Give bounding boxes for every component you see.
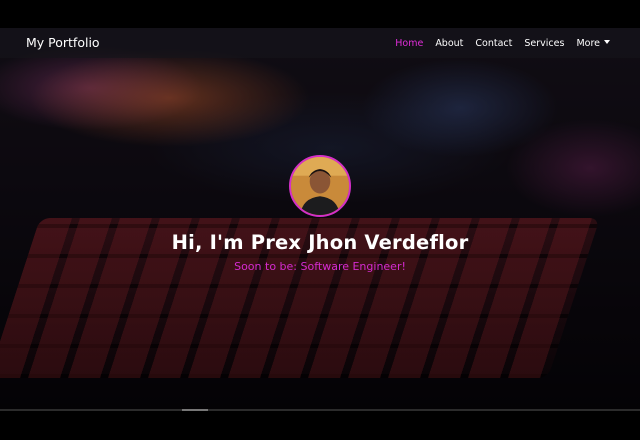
profile-avatar bbox=[289, 155, 351, 217]
top-black-bar bbox=[0, 0, 640, 28]
scrollbar-thumb[interactable] bbox=[182, 409, 208, 411]
bottom-black-bar bbox=[0, 410, 640, 440]
horizontal-scrollbar[interactable] bbox=[0, 409, 640, 411]
brand-link[interactable]: My Portfolio bbox=[26, 35, 100, 50]
nav-menu: Home About Contact Services More bbox=[395, 38, 610, 49]
nav-item-more-label: More bbox=[576, 38, 600, 49]
hero-title: Hi, I'm Prex Jhon Verdeflor bbox=[171, 231, 469, 254]
nav-item-more[interactable]: More bbox=[576, 38, 610, 49]
nav-item-services[interactable]: Services bbox=[524, 38, 564, 49]
nav-item-contact[interactable]: Contact bbox=[475, 38, 512, 49]
profile-photo-icon bbox=[291, 157, 349, 215]
caret-down-icon bbox=[604, 40, 610, 44]
hero-overlay bbox=[0, 28, 640, 410]
nav-item-about[interactable]: About bbox=[435, 38, 463, 49]
hero-background bbox=[0, 28, 640, 410]
nav-item-home[interactable]: Home bbox=[395, 38, 423, 49]
hero-subtitle: Soon to be: Software Engineer! bbox=[234, 260, 406, 273]
